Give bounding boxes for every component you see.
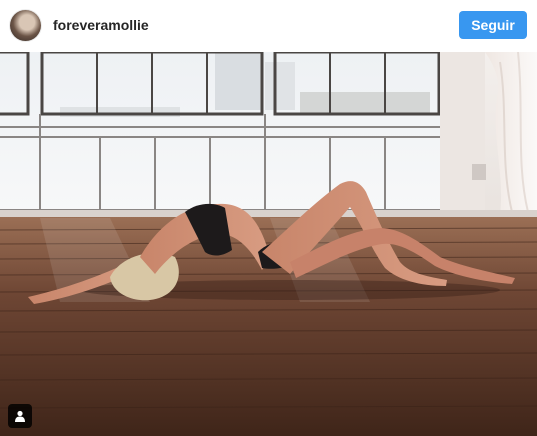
- avatar[interactable]: [10, 10, 41, 41]
- follow-button[interactable]: Seguir: [459, 11, 527, 39]
- post-photo[interactable]: [0, 52, 537, 436]
- photo-illustration: [0, 52, 537, 436]
- person-glyph: [15, 410, 25, 422]
- post-header: foreveramollie Seguir: [0, 0, 537, 52]
- user-tag-icon[interactable]: [8, 404, 32, 428]
- username-link[interactable]: foreveramollie: [53, 17, 149, 33]
